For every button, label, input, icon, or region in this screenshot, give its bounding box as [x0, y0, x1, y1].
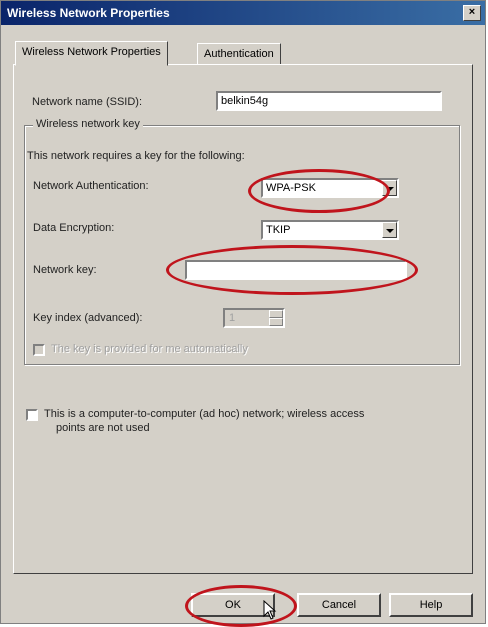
wireless-network-properties-dialog: Wireless Network Properties × Wireless N…: [0, 0, 486, 627]
network-key-label: Network key:: [33, 264, 97, 276]
data-encryption-label: Data Encryption:: [33, 222, 115, 234]
title-bar: Wireless Network Properties ×: [1, 1, 485, 25]
key-index-label: Key index (advanced):: [33, 312, 143, 324]
mouse-pointer-icon: [263, 600, 277, 620]
auto-key-label: The key is provided for me automatically: [51, 343, 248, 355]
tab-authentication[interactable]: Authentication: [197, 43, 281, 65]
key-index-stepper: 1: [223, 308, 285, 328]
window-title: Wireless Network Properties: [7, 6, 170, 20]
close-icon[interactable]: ×: [463, 5, 481, 21]
data-encryption-value: TKIP: [266, 224, 291, 236]
wireless-network-key-legend: Wireless network key: [33, 118, 143, 130]
tab-wireless-network-properties[interactable]: Wireless Network Properties: [15, 41, 168, 66]
adhoc-label-line2: points are not used: [56, 422, 150, 434]
network-authentication-value: WPA-PSK: [266, 182, 316, 194]
tab-panel: Network name (SSID): belkin54g Wireless …: [13, 64, 473, 574]
chevron-down-icon[interactable]: [382, 180, 397, 196]
network-authentication-select[interactable]: WPA-PSK: [261, 178, 399, 198]
auto-key-checkbox: [33, 344, 45, 356]
key-requirement-description: This network requires a key for the foll…: [27, 150, 245, 162]
wireless-network-key-group: Wireless network key This network requir…: [24, 118, 460, 365]
help-button[interactable]: Help: [389, 593, 473, 617]
key-index-value: 1: [229, 312, 236, 324]
cancel-button[interactable]: Cancel: [297, 593, 381, 617]
spin-up-icon: [269, 310, 283, 318]
data-encryption-select[interactable]: TKIP: [261, 220, 399, 240]
adhoc-checkbox[interactable]: [26, 409, 38, 421]
ssid-label: Network name (SSID):: [32, 96, 143, 108]
ssid-input[interactable]: belkin54g: [216, 91, 442, 111]
network-authentication-label: Network Authentication:: [33, 180, 149, 192]
adhoc-label-line1: This is a computer-to-computer (ad hoc) …: [44, 408, 365, 420]
chevron-down-icon[interactable]: [382, 222, 397, 238]
spin-down-icon: [269, 318, 283, 326]
network-key-input[interactable]: [185, 260, 407, 280]
